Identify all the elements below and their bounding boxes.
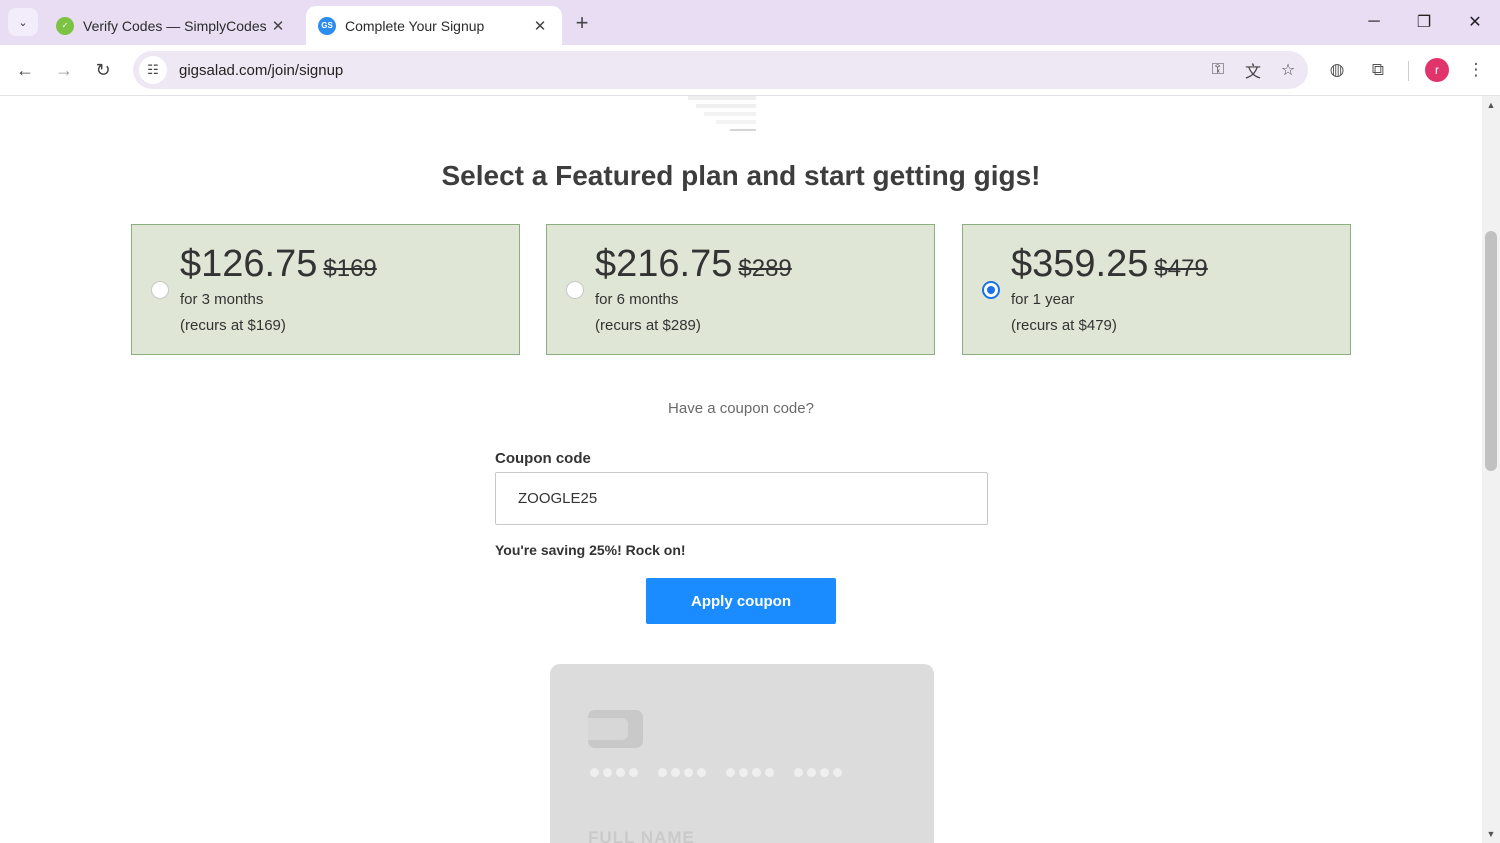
new-tab-button[interactable]: + [570, 10, 594, 35]
tab-bar: ⌄ ✓ Verify Codes — SimplyCodes ✕ GS Comp… [0, 0, 1500, 45]
star-icon[interactable]: ☆ [1273, 55, 1303, 85]
plan-recurs: (recurs at $289) [595, 317, 701, 334]
card-name-placeholder: FULL NAME [588, 828, 695, 843]
translate-icon[interactable]: 文 [1238, 55, 1268, 85]
extensions-icon[interactable]: ⧉ [1363, 55, 1393, 85]
minimize-button[interactable]: ─ [1354, 8, 1394, 36]
url-text[interactable]: gigsalad.com/join/signup [179, 62, 1203, 79]
page-scrollbar[interactable]: ▲ ▼ [1482, 96, 1500, 843]
coupon-code-input[interactable] [495, 472, 988, 525]
plan-recurs: (recurs at $169) [180, 317, 286, 334]
coupon-label: Coupon code [495, 450, 591, 467]
price-row: $359.25 $479 [1011, 243, 1208, 286]
restore-icon: ❐ [1416, 14, 1432, 31]
simplycodes-icon: ✓ [56, 16, 74, 35]
price-row: $216.75 $289 [595, 243, 792, 286]
plan-term: for 3 months [180, 291, 264, 308]
chevron-down-icon: ⌄ [18, 16, 28, 29]
reload-icon: ↻ [95, 59, 111, 80]
close-icon[interactable]: ✕ [268, 16, 288, 36]
plan-option-6-months[interactable]: $216.75 $289 for 6 months (recurs at $289… [546, 224, 935, 355]
back-button[interactable]: ← [10, 55, 40, 85]
scroll-down-icon[interactable]: ▼ [1486, 829, 1496, 839]
plan-radio[interactable] [566, 281, 584, 299]
coupon-prompt[interactable]: Have a coupon code? [0, 400, 1482, 417]
forward-button[interactable]: → [49, 55, 79, 85]
apply-coupon-button[interactable]: Apply coupon [646, 578, 836, 624]
plan-term: for 6 months [595, 291, 679, 308]
gs-icon: GS [318, 16, 336, 35]
close-icon[interactable]: ✕ [530, 16, 550, 36]
plan-price: $216.75 [595, 243, 733, 285]
reload-button[interactable]: ↻ [88, 55, 118, 85]
site-settings-icon[interactable]: ☷ [139, 56, 167, 84]
tab-title: Complete Your Signup [345, 17, 485, 34]
plan-term: for 1 year [1011, 291, 1075, 308]
globe-icon[interactable]: ◍ [1322, 55, 1352, 85]
card-number-placeholder [590, 768, 842, 777]
credit-card-preview: FULL NAME [550, 664, 934, 843]
restore-button[interactable]: ❐ [1404, 8, 1444, 36]
browser-toolbar: ← → ↻ ☷ gigsalad.com/join/signup ⚿ 文 ☆ ◍… [0, 45, 1500, 96]
page-title: Select a Featured plan and start getting… [441, 160, 1041, 191]
menu-icon[interactable]: ⋮ [1461, 55, 1491, 85]
avatar[interactable]: r [1425, 58, 1449, 82]
page-content: Select a Featured plan and start getting… [0, 96, 1482, 843]
plan-recurs: (recurs at $479) [1011, 317, 1117, 334]
plan-price: $126.75 [180, 243, 318, 285]
plus-icon: + [575, 10, 589, 35]
plan-option-1-year[interactable]: $359.25 $479 for 1 year (recurs at $479) [962, 224, 1351, 355]
plan-old-price: $289 [738, 255, 792, 282]
close-window-button[interactable]: ✕ [1455, 8, 1495, 36]
arrow-right-icon: → [55, 59, 73, 80]
plan-old-price: $169 [323, 255, 377, 282]
minimize-icon: ─ [1368, 13, 1380, 30]
plan-option-3-months[interactable]: $126.75 $169 for 3 months (recurs at $169… [131, 224, 520, 355]
coupon-success-message: You're saving 25%! Rock on! [495, 542, 686, 558]
toolbar-divider [1408, 61, 1409, 81]
key-icon[interactable]: ⚿ [1203, 55, 1233, 85]
plan-price: $359.25 [1011, 243, 1149, 285]
plan-radio[interactable] [151, 281, 169, 299]
arrow-left-icon: ← [16, 59, 34, 80]
tab-complete-signup[interactable]: GS Complete Your Signup ✕ [306, 6, 562, 45]
address-bar[interactable]: ☷ gigsalad.com/join/signup ⚿ 文 ☆ [133, 51, 1308, 89]
close-icon: ✕ [1468, 14, 1482, 31]
tab-title: Verify Codes — SimplyCodes [83, 17, 267, 34]
scroll-thumb[interactable] [1485, 231, 1497, 471]
scroll-up-icon[interactable]: ▲ [1486, 100, 1496, 110]
plan-radio-selected[interactable] [982, 281, 1000, 299]
card-chip-icon [588, 710, 643, 748]
plan-old-price: $479 [1154, 255, 1208, 282]
price-row: $126.75 $169 [180, 243, 377, 286]
tab-search-button[interactable]: ⌄ [8, 8, 38, 36]
logo-fragment [688, 96, 756, 131]
tab-simplycodes[interactable]: ✓ Verify Codes — SimplyCodes ✕ [44, 6, 300, 45]
